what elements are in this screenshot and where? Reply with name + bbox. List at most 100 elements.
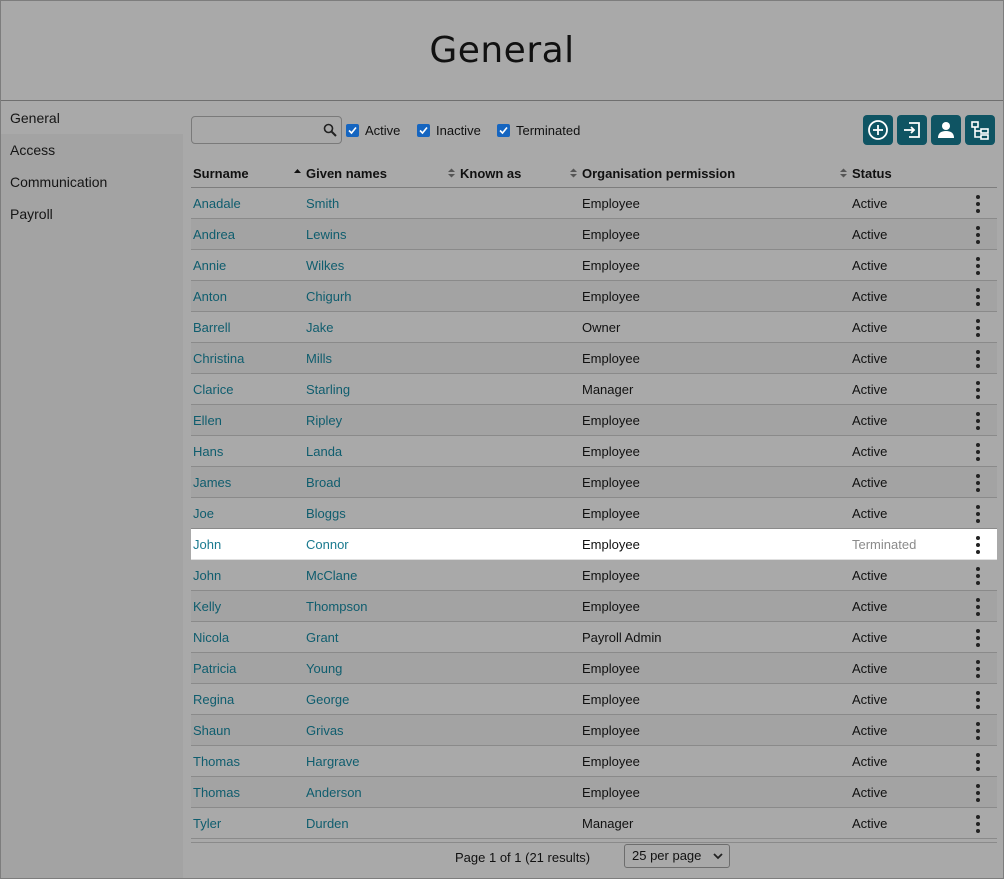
sort-icon[interactable] — [840, 168, 847, 178]
checkbox-checked-icon[interactable] — [497, 124, 510, 137]
table-row[interactable]: Patricia Young Employee Active — [191, 653, 997, 684]
table-row[interactable]: John Connor Employee Terminated — [191, 529, 997, 560]
table-row[interactable]: Ellen Ripley Employee Active — [191, 405, 997, 436]
given-names-link[interactable]: Jake — [306, 320, 333, 335]
surname-link[interactable]: Regina — [193, 692, 234, 707]
header-given-names[interactable]: Given names — [306, 166, 387, 181]
table-row[interactable]: Andrea Lewins Employee Active — [191, 219, 997, 250]
surname-link[interactable]: Shaun — [193, 723, 231, 738]
surname-link[interactable]: James — [193, 475, 231, 490]
surname-link[interactable]: Barrell — [193, 320, 231, 335]
surname-link[interactable]: Patricia — [193, 661, 236, 676]
surname-link[interactable]: Thomas — [193, 785, 240, 800]
more-options-icon[interactable] — [975, 753, 981, 771]
table-row[interactable]: Shaun Grivas Employee Active — [191, 715, 997, 746]
table-row[interactable]: Christina Mills Employee Active — [191, 343, 997, 374]
given-names-link[interactable]: Connor — [306, 537, 349, 552]
surname-link[interactable]: Nicola — [193, 630, 229, 645]
surname-link[interactable]: Christina — [193, 351, 244, 366]
header-organisation-permission[interactable]: Organisation permission — [582, 166, 735, 181]
more-options-icon[interactable] — [975, 722, 981, 740]
given-names-link[interactable]: Young — [306, 661, 342, 676]
more-options-icon[interactable] — [975, 443, 981, 461]
table-row[interactable]: Anadale Smith Employee Active — [191, 188, 997, 219]
per-page-select[interactable]: 25 per page — [624, 844, 730, 868]
given-names-link[interactable]: Hargrave — [306, 754, 359, 769]
given-names-link[interactable]: George — [306, 692, 349, 707]
sidebar-item-payroll[interactable]: Payroll — [1, 198, 183, 230]
given-names-link[interactable]: Durden — [306, 816, 349, 831]
more-options-icon[interactable] — [975, 226, 981, 244]
given-names-link[interactable]: Bloggs — [306, 506, 346, 521]
surname-link[interactable]: Andrea — [193, 227, 235, 242]
given-names-link[interactable]: Thompson — [306, 599, 367, 614]
more-options-icon[interactable] — [975, 598, 981, 616]
surname-link[interactable]: John — [193, 537, 221, 552]
table-row[interactable]: Regina George Employee Active — [191, 684, 997, 715]
table-row[interactable]: Anton Chigurh Employee Active — [191, 281, 997, 312]
filter-terminated-checkbox[interactable]: Terminated — [497, 123, 580, 138]
more-options-icon[interactable] — [975, 691, 981, 709]
table-row[interactable]: Clarice Starling Manager Active — [191, 374, 997, 405]
search-icon[interactable] — [323, 123, 337, 137]
more-options-icon[interactable] — [975, 381, 981, 399]
sidebar-item-communication[interactable]: Communication — [1, 166, 183, 198]
table-row[interactable]: Kelly Thompson Employee Active — [191, 591, 997, 622]
header-surname[interactable]: Surname — [193, 166, 249, 181]
surname-link[interactable]: Clarice — [193, 382, 233, 397]
table-row[interactable]: Joe Bloggs Employee Active — [191, 498, 997, 529]
surname-link[interactable]: Kelly — [193, 599, 221, 614]
more-options-icon[interactable] — [975, 567, 981, 585]
surname-link[interactable]: Anton — [193, 289, 227, 304]
checkbox-checked-icon[interactable] — [417, 124, 430, 137]
more-options-icon[interactable] — [975, 629, 981, 647]
more-options-icon[interactable] — [975, 536, 981, 554]
surname-link[interactable]: Tyler — [193, 816, 221, 831]
more-options-icon[interactable] — [975, 474, 981, 492]
given-names-link[interactable]: Mills — [306, 351, 332, 366]
given-names-link[interactable]: Smith — [306, 196, 339, 211]
person-button[interactable] — [931, 115, 961, 145]
more-options-icon[interactable] — [975, 505, 981, 523]
surname-link[interactable]: Anadale — [193, 196, 241, 211]
given-names-link[interactable]: Starling — [306, 382, 350, 397]
sidebar-item-general[interactable]: General — [1, 102, 183, 134]
filter-inactive-checkbox[interactable]: Inactive — [417, 123, 481, 138]
sort-asc-icon[interactable] — [294, 168, 301, 178]
given-names-link[interactable]: Grant — [306, 630, 339, 645]
table-row[interactable]: Barrell Jake Owner Active — [191, 312, 997, 343]
given-names-link[interactable]: Chigurh — [306, 289, 352, 304]
more-options-icon[interactable] — [975, 319, 981, 337]
more-options-icon[interactable] — [975, 784, 981, 802]
sort-icon[interactable] — [570, 168, 577, 178]
hierarchy-button[interactable] — [965, 115, 995, 145]
table-row[interactable]: Thomas Hargrave Employee Active — [191, 746, 997, 777]
header-known-as[interactable]: Known as — [460, 166, 521, 181]
sort-icon[interactable] — [448, 168, 455, 178]
surname-link[interactable]: Thomas — [193, 754, 240, 769]
given-names-link[interactable]: Wilkes — [306, 258, 344, 273]
given-names-link[interactable]: Broad — [306, 475, 341, 490]
surname-link[interactable]: Joe — [193, 506, 214, 521]
more-options-icon[interactable] — [975, 288, 981, 306]
given-names-link[interactable]: McClane — [306, 568, 357, 583]
table-row[interactable]: James Broad Employee Active — [191, 467, 997, 498]
surname-link[interactable]: Annie — [193, 258, 226, 273]
given-names-link[interactable]: Ripley — [306, 413, 342, 428]
sidebar-item-access[interactable]: Access — [1, 134, 183, 166]
search-input[interactable] — [192, 117, 320, 143]
header-status[interactable]: Status — [852, 166, 892, 181]
more-options-icon[interactable] — [975, 195, 981, 213]
add-employee-button[interactable] — [863, 115, 893, 145]
table-row[interactable]: John McClane Employee Active — [191, 560, 997, 591]
table-row[interactable]: Thomas Anderson Employee Active — [191, 777, 997, 808]
checkbox-checked-icon[interactable] — [346, 124, 359, 137]
more-options-icon[interactable] — [975, 815, 981, 833]
table-row[interactable]: Tyler Durden Manager Active — [191, 808, 997, 839]
surname-link[interactable]: John — [193, 568, 221, 583]
given-names-link[interactable]: Grivas — [306, 723, 344, 738]
more-options-icon[interactable] — [975, 660, 981, 678]
import-button[interactable] — [897, 115, 927, 145]
given-names-link[interactable]: Landa — [306, 444, 342, 459]
given-names-link[interactable]: Anderson — [306, 785, 362, 800]
